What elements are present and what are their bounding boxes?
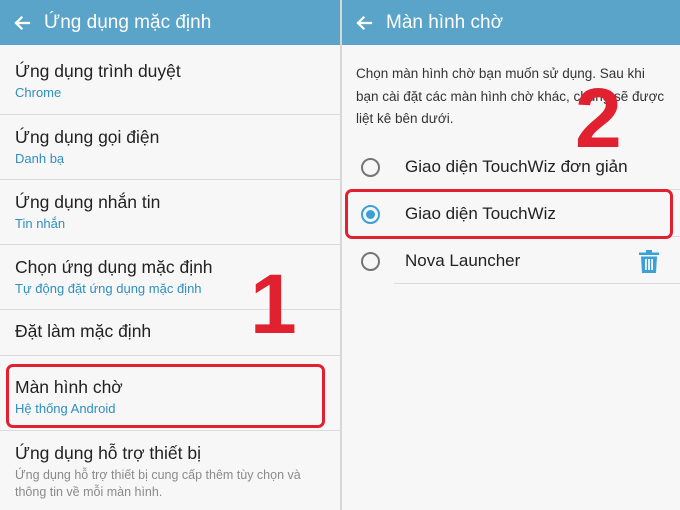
page-title: Ứng dụng mặc định bbox=[44, 11, 212, 33]
divider bbox=[0, 430, 340, 431]
radio-button[interactable] bbox=[361, 251, 380, 271]
highlight-box bbox=[345, 189, 673, 239]
app-bar: Màn hình chờ bbox=[342, 0, 680, 45]
option-nova-launcher[interactable]: Nova Launcher bbox=[342, 241, 680, 281]
back-button[interactable] bbox=[342, 0, 386, 45]
option-touchwiz-easy[interactable]: Giao diện TouchWiz đơn giản bbox=[342, 147, 680, 187]
divider bbox=[0, 244, 340, 245]
item-title: Ứng dụng hỗ trợ thiết bị bbox=[15, 443, 201, 463]
default-apps-screen: Ứng dụng mặc định Ứng dụng trình duyệt C… bbox=[0, 0, 340, 510]
back-button[interactable] bbox=[0, 0, 44, 45]
home-screen-settings: Màn hình chờ Chọn màn hình chờ bạn muốn … bbox=[342, 0, 680, 510]
step-number-label: 1 bbox=[250, 257, 297, 351]
divider bbox=[0, 355, 340, 356]
browser-app-item[interactable]: Ứng dụng trình duyệt Chrome bbox=[0, 60, 340, 102]
option-label: Nova Launcher bbox=[405, 251, 521, 270]
radio-button[interactable] bbox=[361, 157, 380, 177]
trash-icon[interactable] bbox=[638, 250, 660, 274]
divider bbox=[0, 179, 340, 180]
item-subtitle: Danh bạ bbox=[15, 151, 65, 166]
highlight-box bbox=[6, 364, 325, 428]
arrow-left-icon bbox=[356, 15, 373, 30]
item-subtitle: Tin nhắn bbox=[15, 216, 66, 231]
phone-app-item[interactable]: Ứng dụng gọi điện Danh bạ bbox=[0, 126, 340, 168]
divider bbox=[0, 114, 340, 115]
item-description: Ứng dụng hỗ trợ thiết bị cung cấp thêm t… bbox=[15, 468, 301, 499]
item-title: Ứng dụng trình duyệt bbox=[15, 61, 181, 81]
item-subtitle: Chrome bbox=[15, 85, 62, 100]
item-title: Ứng dụng gọi điện bbox=[15, 127, 160, 147]
page-title: Màn hình chờ bbox=[386, 11, 504, 33]
app-bar: Ứng dụng mặc định bbox=[0, 0, 340, 45]
messaging-app-item[interactable]: Ứng dụng nhắn tin Tin nhắn bbox=[0, 191, 340, 233]
device-assist-app-item[interactable]: Ứng dụng hỗ trợ thiết bị Ứng dụng hỗ trợ… bbox=[0, 442, 340, 501]
item-title: Ứng dụng nhắn tin bbox=[15, 192, 161, 212]
arrow-left-icon bbox=[14, 15, 31, 30]
step-number-label: 2 bbox=[575, 71, 622, 165]
divider bbox=[394, 283, 680, 284]
